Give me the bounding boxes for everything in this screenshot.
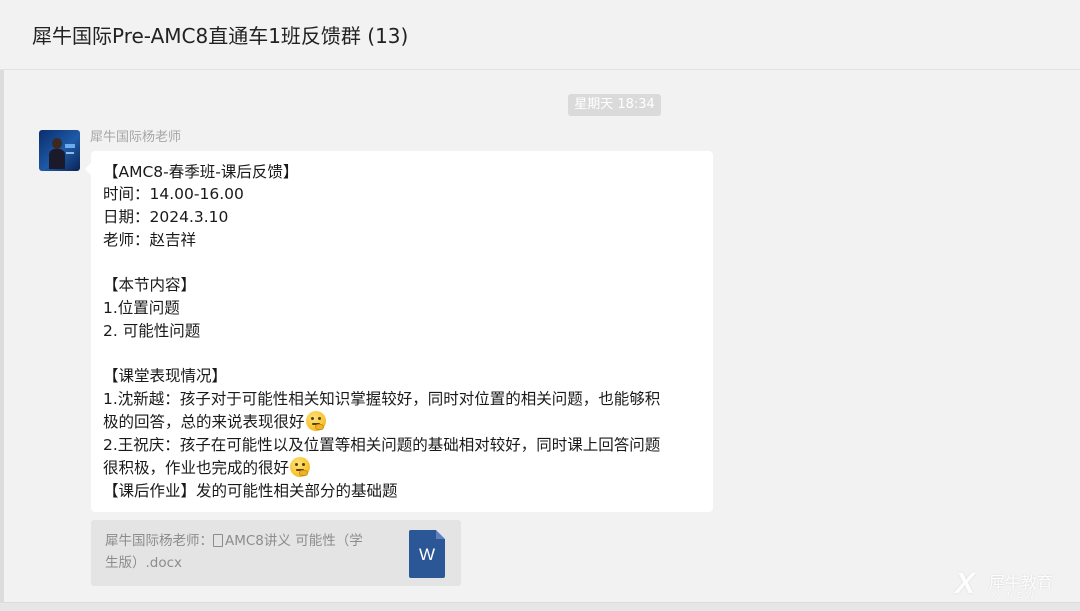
message-line-text: 极的回答，总的来说表现很好 bbox=[103, 413, 305, 431]
message-line-with-emoji: 很积极，作业也完成的很好 bbox=[103, 457, 311, 479]
sender-name: 犀牛国际杨老师 bbox=[90, 130, 182, 145]
message-line: 【课堂表现情况】 bbox=[103, 367, 228, 385]
chat-header: 犀牛国际Pre-AMC8直通车1班反馈群 (13) bbox=[0, 0, 1080, 70]
message-timestamp: 星期天 18:34 bbox=[568, 94, 661, 116]
message-line: 【AMC8-春季班-课后反馈】 bbox=[103, 163, 299, 181]
input-area-edge bbox=[0, 602, 1080, 611]
message-line: 2. 可能性问题 bbox=[103, 322, 201, 340]
sidebar-edge bbox=[0, 70, 4, 611]
file-name-part2: 生版）.docx bbox=[105, 555, 183, 571]
message-line: 【本节内容】 bbox=[103, 276, 197, 294]
message-line-text: 很积极，作业也完成的很好 bbox=[103, 459, 290, 477]
chat-title[interactable]: 犀牛国际Pre-AMC8直通车1班反馈群 (13) bbox=[32, 20, 408, 49]
message-line: 1.位置问题 bbox=[103, 299, 180, 317]
thinking-face-icon bbox=[305, 411, 326, 431]
avatar-person-figure bbox=[49, 138, 65, 169]
message-line: 1.沈新越：孩子对于可能性相关知识掌握较好，同时对位置的相关问题，也能够积 bbox=[103, 390, 661, 408]
word-document-icon[interactable]: W bbox=[409, 530, 445, 578]
message-line: 时间：14.00-16.00 bbox=[103, 185, 244, 203]
watermark-brand: 犀牛教育 bbox=[989, 573, 1054, 592]
message-line: 2.王祝庆：孩子在可能性以及位置等相关问题的基础相对较好，同时课上回答问题 bbox=[103, 436, 661, 454]
file-attachment-card[interactable]: 犀牛国际杨老师： AMC8讲义 可能性（学 生版）.docx W bbox=[91, 520, 461, 586]
message-line: 【课后作业】发的可能性相关部分的基础题 bbox=[103, 482, 398, 500]
document-icon bbox=[213, 534, 223, 547]
message-line-with-emoji: 极的回答，总的来说表现很好 bbox=[103, 411, 326, 433]
message-bubble[interactable]: 【AMC8-春季班-课后反馈】 时间：14.00-16.00 日期：2024.3… bbox=[85, 151, 713, 512]
sender-avatar[interactable] bbox=[39, 130, 80, 171]
watermark-logo-icon: X bbox=[955, 567, 976, 600]
thinking-face-icon bbox=[290, 457, 311, 477]
file-description: 犀牛国际杨老师： AMC8讲义 可能性（学 生版）.docx bbox=[105, 530, 395, 574]
message-line: 老师：赵吉祥 bbox=[103, 231, 197, 249]
file-sender: 犀牛国际杨老师： bbox=[105, 533, 213, 549]
brand-watermark: X 犀牛教育 X-NEW bbox=[955, 565, 1075, 605]
file-name-part1: AMC8讲义 可能性（学 bbox=[225, 533, 363, 549]
watermark-sub: X-NEW bbox=[991, 591, 1038, 600]
message-line: 日期：2024.3.10 bbox=[103, 208, 229, 226]
